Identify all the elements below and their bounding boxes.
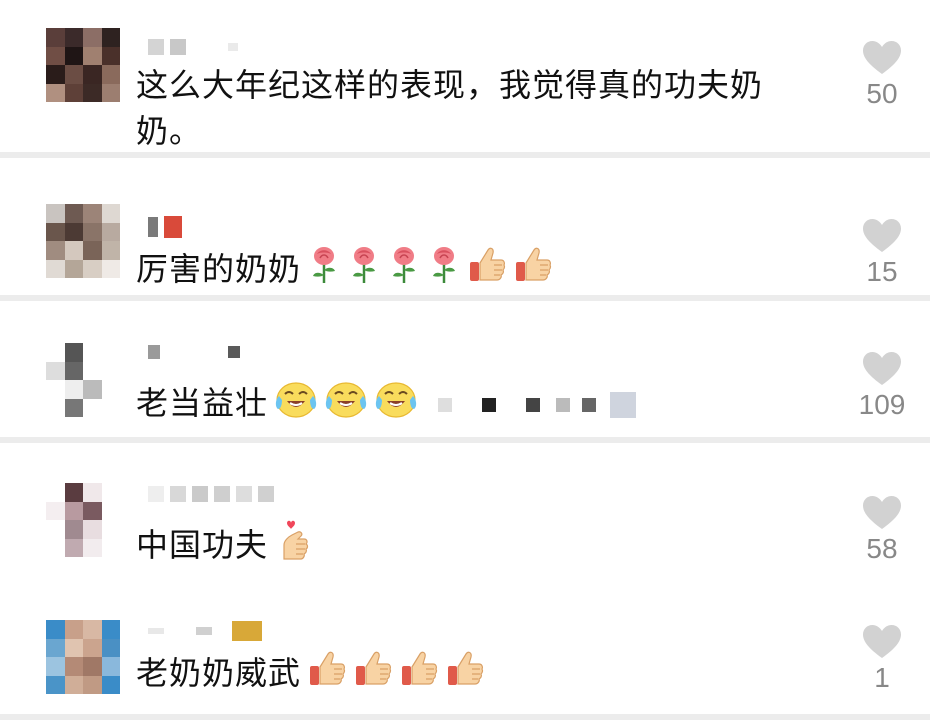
thumbs-up-icon	[445, 649, 485, 701]
thumbs-up-icon	[467, 245, 507, 297]
thumbs-up-icon	[353, 649, 393, 701]
emoji-row	[268, 520, 314, 564]
avatar[interactable]	[46, 28, 120, 102]
username-blurred[interactable]	[148, 341, 240, 363]
emoji-row	[301, 247, 553, 288]
heart-icon	[863, 219, 901, 252]
username-blurred[interactable]	[148, 36, 238, 58]
separator	[0, 714, 930, 720]
rose-icon	[347, 245, 381, 297]
avatar[interactable]	[46, 204, 120, 278]
rose-icon	[387, 245, 421, 297]
username-blurred[interactable]	[148, 483, 274, 505]
emoji-row	[268, 382, 418, 422]
like-count: 50	[866, 78, 898, 109]
comment-text: 老当益壮	[136, 379, 637, 431]
laugh-cry-icon	[324, 379, 368, 431]
comment-text: 厉害的奶奶	[136, 245, 553, 297]
comment-text: 中国功夫	[136, 519, 314, 575]
rose-icon	[307, 245, 341, 297]
like-button[interactable]: 50	[852, 40, 912, 110]
comment-item: 老当益壮 109	[0, 301, 930, 437]
like-button[interactable]: 58	[852, 495, 912, 565]
heart-icon	[863, 352, 901, 385]
laugh-cry-icon	[274, 379, 318, 431]
thumbs-up-icon	[307, 649, 347, 701]
like-count: 109	[858, 389, 906, 420]
comment-item: 这么大年纪这样的表现，我觉得真的功夫奶 奶。 50	[0, 0, 930, 152]
comment-text: 老奶奶威武	[136, 649, 485, 701]
comment-text: 这么大年纪这样的表现，我觉得真的功夫奶 奶。	[136, 66, 764, 150]
username-blurred[interactable]	[148, 620, 262, 642]
rose-icon	[427, 245, 461, 297]
emoji-row	[301, 651, 485, 692]
like-button[interactable]: 15	[852, 218, 912, 288]
avatar[interactable]	[46, 483, 120, 557]
avatar[interactable]	[46, 620, 120, 694]
thumbs-up-icon	[513, 245, 553, 297]
like-button[interactable]: 1	[852, 624, 912, 694]
comment-item: 厉害的奶奶 15	[0, 158, 930, 295]
like-count: 1	[874, 662, 890, 693]
comment-item: 老奶奶威武 1	[0, 580, 930, 714]
username-blurred[interactable]	[148, 216, 182, 238]
heart-icon	[863, 41, 901, 74]
like-button[interactable]: 109	[852, 351, 912, 421]
thumbs-up-icon	[399, 649, 439, 701]
heart-icon	[863, 496, 901, 529]
avatar[interactable]	[46, 343, 120, 417]
like-count: 15	[866, 256, 898, 287]
laugh-cry-icon	[374, 379, 418, 431]
finger-heart-icon	[274, 519, 314, 575]
like-count: 58	[866, 533, 898, 564]
comment-item: 中国功夫 58	[0, 443, 930, 580]
heart-icon	[863, 625, 901, 658]
